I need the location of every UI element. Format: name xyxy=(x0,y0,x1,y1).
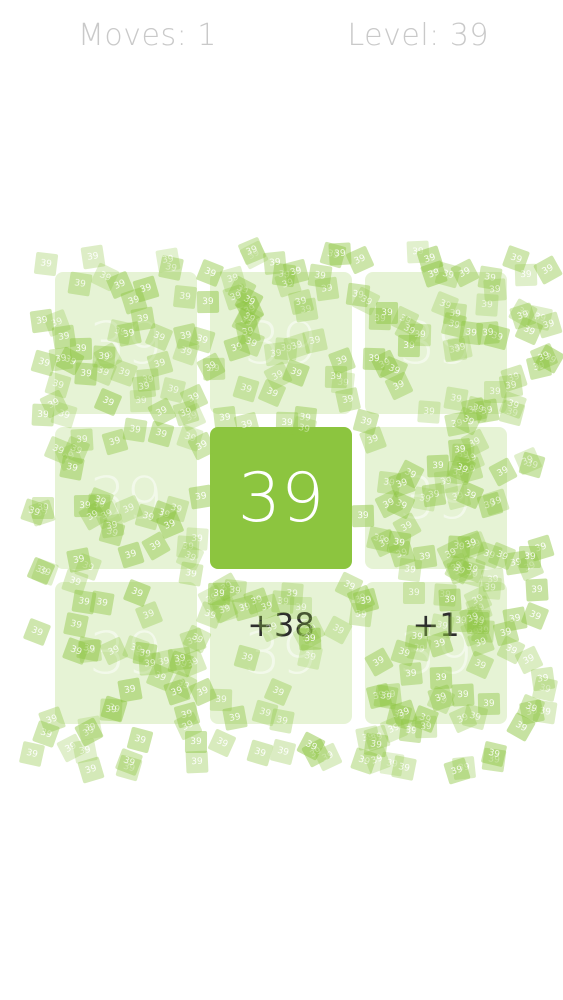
confetti-chip: 39 xyxy=(18,740,46,768)
confetti-chip: 39 xyxy=(416,245,444,273)
tile-r3c1[interactable]: 39 xyxy=(55,582,197,724)
confetti-chip: 39 xyxy=(516,693,546,723)
confetti-chip: 39 xyxy=(328,242,352,266)
confetti-chip: 39 xyxy=(345,245,375,275)
tile-r1c1[interactable]: 39 xyxy=(55,272,197,414)
confetti-chip: 39 xyxy=(350,747,378,775)
confetti-chip: 39 xyxy=(362,745,392,775)
moves-counter: Moves: 1 xyxy=(78,18,217,53)
confetti-chip: 39 xyxy=(363,732,389,758)
confetti-chip: 39 xyxy=(56,733,86,763)
confetti-chip: 39 xyxy=(301,738,331,768)
confetti-chip: 39 xyxy=(296,731,326,761)
tile-value: 39 xyxy=(89,464,163,532)
tile-r3c3[interactable]: 39 +1 xyxy=(365,582,507,724)
confetti-chip: 39 xyxy=(532,699,558,725)
confetti-chip: 39 xyxy=(31,719,61,749)
tile-r2c2-active[interactable]: 39 xyxy=(210,427,352,569)
confetti-chip: 39 xyxy=(525,578,549,602)
confetti-chip: 39 xyxy=(115,754,143,782)
confetti-chip: 39 xyxy=(514,645,544,675)
confetti-chip: 39 xyxy=(207,728,237,758)
confetti-chip: 39 xyxy=(529,342,559,372)
tile-r1c2[interactable]: 39 xyxy=(210,272,352,414)
confetti-chip: 39 xyxy=(269,738,297,766)
confetti-chip: 39 xyxy=(527,534,555,562)
tile-delta-label: +38 xyxy=(247,606,315,644)
confetti-chip: 39 xyxy=(355,725,381,751)
confetti-chip: 39 xyxy=(509,302,537,330)
confetti-chip: 39 xyxy=(28,499,56,527)
confetti-chip: 39 xyxy=(518,545,542,569)
confetti-chip: 39 xyxy=(319,241,347,269)
confetti-chip: 39 xyxy=(77,756,105,784)
tile-value: 39 xyxy=(89,619,163,687)
confetti-chip: 39 xyxy=(520,601,550,631)
tile-r1c3[interactable]: 39 xyxy=(365,272,507,414)
confetti-chip: 39 xyxy=(185,750,209,774)
confetti-chip: 39 xyxy=(155,247,181,273)
confetti-chip: 39 xyxy=(518,698,546,726)
confetti-chip: 39 xyxy=(114,747,144,777)
confetti-chip: 39 xyxy=(406,240,430,264)
tile-r2c3[interactable]: 39 xyxy=(365,427,507,569)
tile-r3c2[interactable]: 39 +38 xyxy=(210,582,352,724)
confetti-chip: 39 xyxy=(503,550,529,576)
confetti-chip: 39 xyxy=(72,738,98,764)
game-board: 39 39 39 39 39 39 39 39 +38 39 +1 xyxy=(55,272,507,724)
confetti-chip: 39 xyxy=(22,617,52,647)
confetti-chip: 39 xyxy=(26,556,56,586)
confetti-chip: 39 xyxy=(246,739,274,767)
confetti-chip: 39 xyxy=(534,343,563,375)
tile-delta-label: +1 xyxy=(412,606,460,644)
confetti-chip: 39 xyxy=(31,403,55,427)
confetti-chip: 39 xyxy=(29,308,55,334)
confetti-chip: 39 xyxy=(514,316,544,346)
confetti-chip: 39 xyxy=(30,349,58,377)
level-indicator: Level: 39 xyxy=(347,18,489,53)
confetti-chip: 39 xyxy=(20,498,48,526)
confetti-chip: 39 xyxy=(531,675,559,703)
confetti-chip: 39 xyxy=(525,353,553,381)
confetti-chip: 39 xyxy=(501,244,531,274)
confetti-chip: 39 xyxy=(526,304,554,332)
confetti-chip: 39 xyxy=(451,755,477,781)
confetti-chip: 39 xyxy=(530,666,556,692)
confetti-chip: 39 xyxy=(518,451,546,479)
confetti-chip: 39 xyxy=(31,496,55,520)
confetti-chip: 39 xyxy=(391,755,417,781)
confetti-chip: 39 xyxy=(480,740,508,768)
confetti-chip: 39 xyxy=(515,552,545,582)
confetti-chip: 39 xyxy=(481,747,507,773)
confetti-chip: 39 xyxy=(184,730,208,754)
confetti-chip: 39 xyxy=(126,726,154,754)
confetti-chip: 39 xyxy=(535,311,563,339)
tile-value: 39 xyxy=(399,464,473,532)
tile-value: 39 xyxy=(399,309,473,377)
confetti-chip: 39 xyxy=(507,297,539,329)
tile-value: 39 xyxy=(89,309,163,377)
confetti-chip: 39 xyxy=(443,757,471,785)
confetti-chip: 39 xyxy=(80,244,106,270)
confetti-chip: 39 xyxy=(313,742,343,772)
confetti-chip: 39 xyxy=(237,236,267,266)
tile-r2c1[interactable]: 39 xyxy=(55,427,197,569)
confetti-chip: 39 xyxy=(239,240,269,270)
confetti-chip: 39 xyxy=(513,446,543,476)
confetti-chip: 39 xyxy=(514,263,538,287)
tile-value: 39 xyxy=(237,458,325,538)
confetti-chip: 39 xyxy=(363,724,391,752)
tile-value: 39 xyxy=(244,309,318,377)
confetti-chip: 39 xyxy=(533,255,563,285)
confetti-chip: 39 xyxy=(379,751,405,777)
confetti-chip: 39 xyxy=(506,712,536,742)
